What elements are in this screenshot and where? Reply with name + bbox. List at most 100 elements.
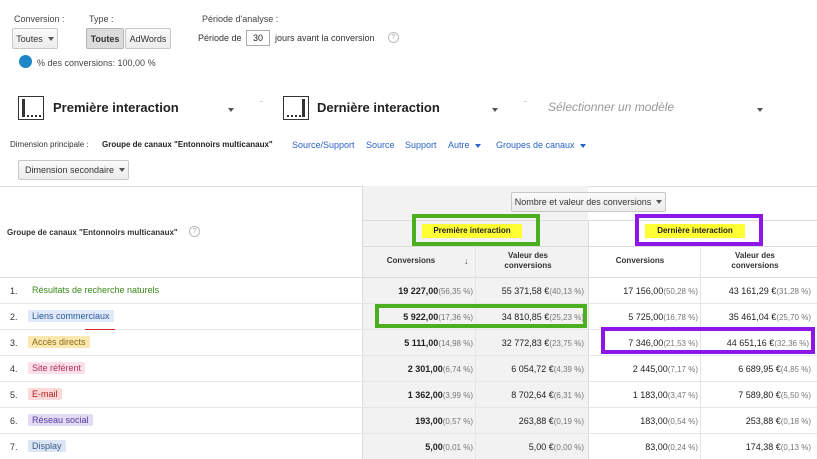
period-prefix: Période de xyxy=(198,33,242,43)
channel-email[interactable]: E-mail xyxy=(28,388,62,400)
row-separator xyxy=(0,355,817,356)
value: 7 346,00 xyxy=(628,338,664,348)
row-number: 1. xyxy=(10,286,18,296)
percent: (5,50 %) xyxy=(780,391,811,400)
percent: (16,78 %) xyxy=(663,313,698,322)
value: 183,00 xyxy=(640,416,668,426)
channel-direct[interactable]: Accès directs xyxy=(28,336,90,348)
col-first-conversions[interactable]: Conversions xyxy=(370,256,452,266)
first-conversions-cell: 1 362,00(3,99 %) xyxy=(365,390,473,400)
row-number: 2. xyxy=(10,312,18,322)
value: 253,88 € xyxy=(745,416,781,426)
dimension-label: Dimension principale : xyxy=(10,140,89,149)
value: 2 445,00 xyxy=(632,364,668,374)
dimension-other-label: Autre xyxy=(448,140,470,150)
row-separator xyxy=(0,381,817,382)
chevron-down-icon[interactable] xyxy=(228,103,234,115)
value: 6 054,72 € xyxy=(511,364,554,374)
dimension-other-dropdown[interactable]: Autre xyxy=(448,140,481,150)
last-conversions-cell: 7 346,00(21,53 %) xyxy=(590,338,698,348)
percent: (0,01 %) xyxy=(442,443,473,452)
select-model-placeholder[interactable]: Sélectionner un modèle xyxy=(548,100,674,114)
last-model-name[interactable]: Dernière interaction xyxy=(317,100,440,115)
help-icon[interactable]: ? xyxy=(189,226,200,237)
channel-organic[interactable]: Résultats de recherche naturels xyxy=(28,284,163,296)
percent-conversions: % des conversions: 100,00 % xyxy=(37,58,156,68)
percent: (40,13 %) xyxy=(549,287,584,296)
type-label: Type : xyxy=(89,14,114,24)
chevron-down-icon xyxy=(119,168,126,172)
first-value-cell: 263,88 €(0,19 %) xyxy=(478,416,584,426)
channel-display[interactable]: Display xyxy=(28,440,66,452)
chevron-down-icon[interactable] xyxy=(492,103,498,115)
period-days-input[interactable]: 30 xyxy=(246,30,270,46)
value: 17 156,00 xyxy=(623,286,664,296)
percent: (6,74 %) xyxy=(442,365,473,374)
row-number: 4. xyxy=(10,364,18,374)
conversion-label: Conversion : xyxy=(14,14,65,24)
column-divider xyxy=(362,186,363,459)
channel-referral[interactable]: Site référent xyxy=(28,362,86,374)
value: 5 725,00 xyxy=(628,312,664,322)
percent: (0,54 %) xyxy=(667,417,698,426)
red-underline-mark xyxy=(85,329,115,330)
type-adwords-button[interactable]: AdWords xyxy=(125,28,171,49)
percent: (25,23 %) xyxy=(549,313,584,322)
value: 2 301,00 xyxy=(407,364,443,374)
first-interaction-icon xyxy=(18,96,44,120)
help-icon[interactable]: ? xyxy=(388,32,399,43)
percent: (0,18 %) xyxy=(780,417,811,426)
dimension-link-source[interactable]: Source xyxy=(366,140,395,150)
sort-desc-icon[interactable]: ↓ xyxy=(464,256,469,266)
col-first-value-line1: Valeur des xyxy=(507,251,549,260)
percent: (0,24 %) xyxy=(667,443,698,452)
column-divider xyxy=(588,220,589,459)
dimension-header: Groupe de canaux "Entonnoirs multicanaux… xyxy=(7,228,178,237)
divider: - xyxy=(260,96,263,106)
value: 32 772,83 € xyxy=(501,338,550,348)
last-value-cell: 253,88 €(0,18 %) xyxy=(703,416,811,426)
column-divider xyxy=(475,246,476,459)
last-value-cell: 7 589,80 €(5,50 %) xyxy=(703,390,811,400)
divider: - xyxy=(524,96,527,106)
col-last-conversions[interactable]: Conversions xyxy=(595,256,685,266)
first-conversions-cell: 2 301,00(6,74 %) xyxy=(365,364,473,374)
last-value-cell: 44 651,16 €(32,36 %) xyxy=(703,338,809,348)
percent: (4,85 %) xyxy=(780,365,811,374)
first-model-name[interactable]: Première interaction xyxy=(53,100,179,115)
conversion-value: Toutes xyxy=(16,33,43,44)
percent: (50,28 %) xyxy=(663,287,698,296)
period-label: Période d'analyse : xyxy=(202,14,279,24)
value: 34 810,85 € xyxy=(501,312,550,322)
last-conversions-cell: 183,00(0,54 %) xyxy=(590,416,698,426)
last-interaction-icon xyxy=(283,96,309,120)
chevron-down-icon[interactable] xyxy=(757,103,763,115)
dimension-link-source-support[interactable]: Source/Support xyxy=(292,140,355,150)
last-conversions-cell: 2 445,00(7,17 %) xyxy=(590,364,698,374)
value: 5 111,00 xyxy=(404,338,439,348)
percent: (4,39 %) xyxy=(553,365,584,374)
percent: (0,00 %) xyxy=(553,443,584,452)
dimension-link-support[interactable]: Support xyxy=(405,140,437,150)
row-separator xyxy=(0,407,817,408)
value: 55 371,58 € xyxy=(501,286,550,296)
value: 6 689,95 € xyxy=(738,364,781,374)
secondary-dimension-dropdown[interactable]: Dimension secondaire xyxy=(18,160,129,180)
type-all-button[interactable]: Toutes xyxy=(86,28,124,49)
percent: (56,35 %) xyxy=(438,287,473,296)
first-value-cell: 6 054,72 €(4,39 %) xyxy=(478,364,584,374)
value: 5,00 € xyxy=(528,442,554,452)
first-value-cell: 34 810,85 €(25,23 %) xyxy=(478,312,584,322)
percent: (23,75 %) xyxy=(549,339,584,348)
chevron-down-icon xyxy=(579,144,586,148)
channel-paid[interactable]: Liens commerciaux xyxy=(28,310,114,322)
col-last-value[interactable]: Valeur des conversions xyxy=(705,251,805,271)
channel-social[interactable]: Réseau social xyxy=(28,414,93,426)
col-first-value[interactable]: Valeur des conversions xyxy=(478,251,578,271)
value: 174,38 € xyxy=(745,442,781,452)
channel-groups-dropdown[interactable]: Groupes de canaux xyxy=(496,140,586,150)
conversion-dropdown[interactable]: Toutes xyxy=(12,28,58,49)
metric-select-dropdown[interactable]: Nombre et valeur des conversions xyxy=(511,192,666,212)
percent: (6,31 %) xyxy=(553,391,584,400)
percent: (0,57 %) xyxy=(442,417,473,426)
